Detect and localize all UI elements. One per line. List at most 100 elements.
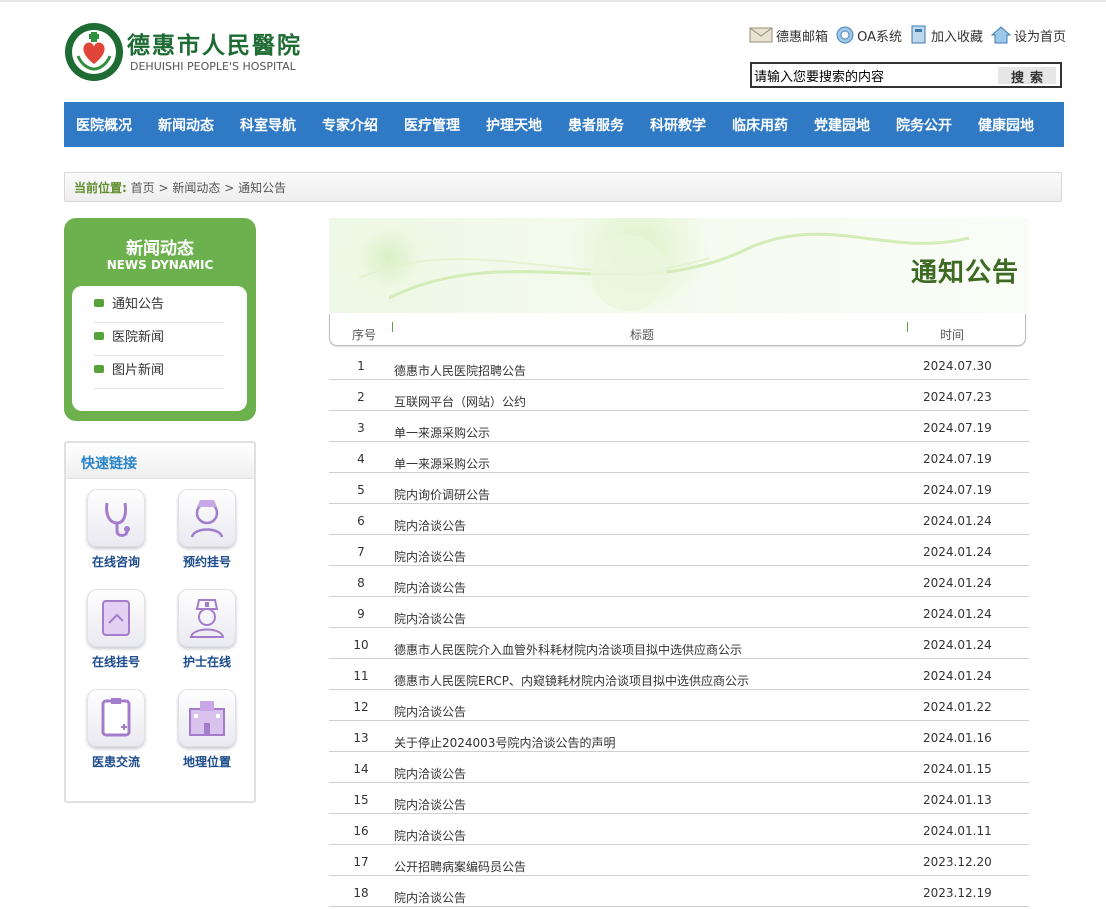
row-title[interactable]: 院内询价调研公告 [394,486,490,503]
quick-link-label: 护士在线 [182,655,231,669]
bookmark-link[interactable]: 加入收藏 [910,25,983,45]
breadcrumb-home[interactable]: 首页 [131,181,155,195]
top-border [0,0,1106,2]
quick-link-online-register[interactable]: 在线挂号 [76,589,156,670]
row-date: 2024.07.19 [923,421,992,435]
table-row[interactable]: 8 院内洽谈公告 2024.01.24 [329,565,1029,597]
row-date: 2024.01.24 [923,576,992,590]
table-row[interactable]: 17 公开招聘病案编码员公告 2023.12.20 [329,844,1029,876]
banner-title: 通知公告 [910,258,1019,288]
table-row[interactable]: 9 院内洽谈公告 2024.01.24 [329,596,1029,628]
row-title[interactable]: 德惠市人民医院招聘公告 [394,362,526,379]
table-row[interactable]: 10 德惠市人民医院介入血管外科耗材院内洽谈项目拟中选供应商公示 2024.01.2… [329,627,1029,659]
table-row[interactable]: 12 院内洽谈公告 2024.01.22 [329,689,1029,721]
mail-icon [749,27,773,43]
quick-link-location[interactable]: 地理位置 [167,689,247,770]
main-nav: 医院概况 新闻动态 科室导航 专家介绍 医疗管理 护理天地 患者服务 科研教学 … [64,102,1064,147]
row-title[interactable]: 德惠市人民医院ERCP、内窥镜耗材院内洽谈项目拟中选供应商公示 [394,672,749,689]
row-title[interactable]: 院内洽谈公告 [394,517,466,534]
table-row[interactable]: 13 关于停止2024003号院内洽谈公告的声明 2024.01.16 [329,720,1029,752]
row-title[interactable]: 院内洽谈公告 [394,548,466,565]
header-title: 标题 [630,328,655,342]
nav-item-news[interactable]: 新闻动态 [158,115,240,135]
row-date: 2024.01.22 [923,700,992,714]
breadcrumb-notices[interactable]: 通知公告 [238,181,286,195]
row-title[interactable]: 德惠市人民医院介入血管外科耗材院内洽谈项目拟中选供应商公示 [394,641,742,658]
quick-links-title: 快速链接 [81,456,137,472]
nav-item-about[interactable]: 医院概况 [76,115,158,135]
table-row[interactable]: 16 院内洽谈公告 2024.01.11 [329,813,1029,845]
mail-link[interactable]: 德惠邮箱 [749,26,828,45]
row-title[interactable]: 院内洽谈公告 [394,610,466,627]
nav-item-patient-services[interactable]: 患者服务 [568,115,650,135]
row-num: 4 [357,452,365,466]
table-row[interactable]: 15 院内洽谈公告 2024.01.13 [329,782,1029,814]
row-title[interactable]: 公开招聘病案编码员公告 [394,858,526,875]
row-title[interactable]: 关于停止2024003号院内洽谈公告的声明 [394,734,615,751]
table-row[interactable]: 18 院内洽谈公告 2023.12.19 [329,875,1029,907]
oa-link-label: OA系统 [857,29,902,45]
table-row[interactable]: 5 院内询价调研公告 2024.07.19 [329,472,1029,504]
hospital-name-en: DEHUISHI PEOPLE'S HOSPITAL [130,60,296,73]
row-date: 2024.01.24 [923,669,992,683]
nav-item-research[interactable]: 科研教学 [650,115,732,135]
table-row[interactable]: 1 德惠市人民医院招聘公告 2024.07.30 [329,348,1029,380]
table-row[interactable]: 7 院内洽谈公告 2024.01.24 [329,534,1029,566]
bullet-icon [94,365,104,373]
nav-item-nursing[interactable]: 护理天地 [486,115,568,135]
mail-link-label: 德惠邮箱 [776,29,829,45]
sidebar-item-notices[interactable]: 通知公告 [94,290,224,323]
row-num: 12 [353,700,369,714]
nav-item-health[interactable]: 健康园地 [978,115,1060,135]
row-title[interactable]: 院内洽谈公告 [394,889,466,906]
search-button[interactable]: 搜索 [998,67,1056,86]
nav-item-party[interactable]: 党建园地 [814,115,896,135]
row-date: 2023.12.19 [923,886,992,900]
oa-link[interactable]: OA系统 [836,26,902,45]
hospital-logo[interactable]: 德惠市人民醫院 DEHUISHI PEOPLE'S HOSPITAL [64,22,304,82]
row-date: 2024.01.24 [923,545,992,559]
row-title[interactable]: 单一来源采购公示 [394,424,490,441]
table-row[interactable]: 6 院内洽谈公告 2024.01.24 [329,503,1029,535]
row-title[interactable]: 互联网平台（网站）公约 [394,393,526,410]
sidebar-item-photo-news[interactable]: 图片新闻 [94,356,224,389]
nav-item-affairs[interactable]: 院务公开 [896,115,978,135]
globe-icon [836,26,854,44]
breadcrumb-news[interactable]: 新闻动态 [172,181,220,195]
row-num: 17 [353,855,369,869]
nav-item-medical-management[interactable]: 医疗管理 [404,115,486,135]
quick-link-nurse-online[interactable]: 护士在线 [167,589,247,670]
row-title[interactable]: 院内洽谈公告 [394,796,466,813]
quick-link-appointment[interactable]: 预约挂号 [167,489,247,570]
row-num: 15 [353,793,369,807]
row-num: 10 [353,638,369,652]
table-row[interactable]: 2 互联网平台（网站）公约 2024.07.23 [329,379,1029,411]
row-title[interactable]: 院内洽谈公告 [394,827,466,844]
homepage-link[interactable]: 设为首页 [990,26,1066,45]
quick-link-online-consult[interactable]: 在线咨询 [76,489,156,570]
nav-item-departments[interactable]: 科室导航 [240,115,322,135]
breadcrumb: 当前位置: 首页 > 新闻动态 > 通知公告 [64,172,1062,202]
row-num: 16 [353,824,369,838]
sidebar-item-label: 图片新闻 [112,363,165,378]
header-divider [392,322,393,332]
nav-item-experts[interactable]: 专家介绍 [322,115,404,135]
sidebar-subtitle: NEWS DYNAMIC [106,258,214,272]
table-row[interactable]: 11 德惠市人民医院ERCP、内窥镜耗材院内洽谈项目拟中选供应商公示 2024.01… [329,658,1029,690]
row-title[interactable]: 院内洽谈公告 [394,579,466,596]
row-num: 2 [357,390,365,404]
quick-links-header: 快速链接 [66,443,254,479]
row-date: 2024.01.13 [923,793,992,807]
table-row[interactable]: 4 单一来源采购公示 2024.07.19 [329,441,1029,473]
table-row[interactable]: 14 院内洽谈公告 2024.01.15 [329,751,1029,783]
quick-link-label: 在线咨询 [91,555,140,569]
nav-item-clinical-drugs[interactable]: 临床用药 [732,115,814,135]
quick-link-doctor-patient[interactable]: 医患交流 [76,689,156,770]
row-title[interactable]: 院内洽谈公告 [394,765,466,782]
row-title[interactable]: 单一来源采购公示 [394,455,490,472]
search-input[interactable] [754,66,994,84]
sidebar-item-hospital-news[interactable]: 医院新闻 [94,323,224,356]
row-num: 18 [353,886,369,900]
table-row[interactable]: 3 单一来源采购公示 2024.07.19 [329,410,1029,442]
row-title[interactable]: 院内洽谈公告 [394,703,466,720]
